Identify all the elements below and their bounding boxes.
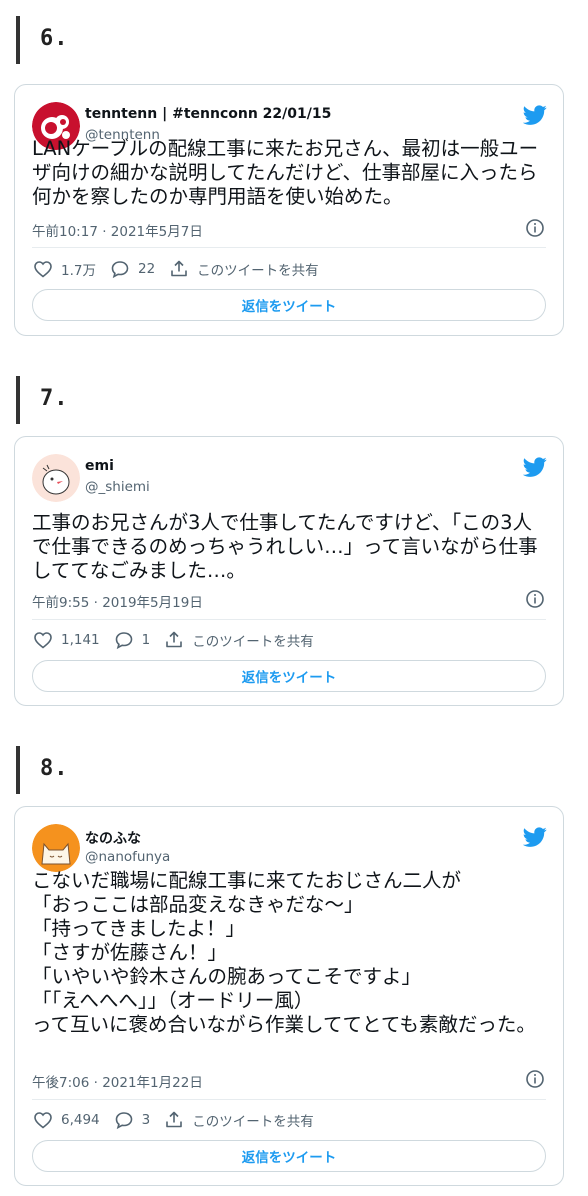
twitter-bird-icon[interactable] xyxy=(523,103,547,127)
tweet-card[interactable]: emi @_shiemi 工事のお兄さんが3人で仕事してたんですけど、「この3人… xyxy=(14,436,564,706)
twitter-bird-icon[interactable] xyxy=(523,455,547,479)
bird-drawing-avatar-icon[interactable] xyxy=(32,454,80,502)
info-icon[interactable] xyxy=(525,218,545,238)
section-heading-8: 8. xyxy=(16,746,572,794)
divider xyxy=(32,1099,546,1100)
share-button[interactable]: このツイートを共有 xyxy=(164,630,314,650)
heart-icon xyxy=(34,1112,52,1129)
tweet-text: こないだ職場に配線工事に来てたおじさん二人が 「おっここは部品変えなきゃだな～」… xyxy=(32,869,536,1036)
tweet-timestamp[interactable]: 午前9:55 · 2019年5月19日 xyxy=(32,591,203,611)
share-label: このツイートを共有 xyxy=(192,1114,314,1130)
like-count: 6,494 xyxy=(61,1112,100,1128)
cat-avatar-icon[interactable] xyxy=(32,824,80,872)
speech-bubble-icon xyxy=(115,632,132,650)
like-count: 1,141 xyxy=(61,632,100,648)
share-icon xyxy=(166,1111,183,1128)
tweet-timestamp[interactable]: 午前10:17 · 2021年5月7日 xyxy=(32,220,203,240)
like-count: 1.7万 xyxy=(61,263,96,279)
share-button[interactable]: このツイートを共有 xyxy=(169,259,319,279)
share-icon xyxy=(171,260,187,277)
speech-bubble-icon xyxy=(115,1112,132,1130)
like-button[interactable]: 6,494 xyxy=(33,1110,100,1130)
reply-count-button[interactable]: 22 xyxy=(110,259,155,279)
reply-count-button[interactable]: 1 xyxy=(114,630,151,650)
section-heading-7: 7. xyxy=(16,376,572,424)
author-name[interactable]: emi xyxy=(85,458,114,474)
share-label: このツイートを共有 xyxy=(192,634,314,650)
tweet-card[interactable]: なのふな @nanofunya こないだ職場に配線工事に来てたおじさん二人が 「… xyxy=(14,806,564,1186)
tweet-text: LANケーブルの配線工事に来たお兄さん、最初は一般ユーザ向けの細かな説明してたん… xyxy=(32,137,539,208)
author-name[interactable]: tenntenn | #tennconn 22/01/15 xyxy=(85,106,331,122)
tweet-actions: 6,494 3 このツイートを共有 xyxy=(33,1108,328,1132)
reply-count: 22 xyxy=(137,261,156,277)
info-icon[interactable] xyxy=(525,589,545,609)
share-label: このツイートを共有 xyxy=(197,263,319,279)
reply-count: 3 xyxy=(141,1112,151,1128)
reply-tweet-button[interactable]: 返信をツイート xyxy=(32,660,546,692)
author-handle[interactable]: @nanofunya xyxy=(85,849,170,865)
tweet-timestamp[interactable]: 午後7:06 · 2021年1月22日 xyxy=(32,1071,203,1091)
author-handle[interactable]: @_shiemi xyxy=(85,479,150,495)
reply-count-button[interactable]: 3 xyxy=(114,1110,151,1130)
section-number: 6. xyxy=(40,26,69,51)
info-icon[interactable] xyxy=(525,1069,545,1089)
section-number: 7. xyxy=(40,386,69,411)
twitter-bird-icon[interactable] xyxy=(523,825,547,849)
reply-tweet-button[interactable]: 返信をツイート xyxy=(32,1140,546,1172)
tweet-actions: 1,141 1 このツイートを共有 xyxy=(33,628,328,652)
heart-icon xyxy=(34,632,52,649)
like-button[interactable]: 1,141 xyxy=(33,630,100,650)
speech-bubble-icon xyxy=(111,261,129,279)
tweet-actions: 1.7万 22 このツイートを共有 xyxy=(33,257,333,281)
like-button[interactable]: 1.7万 xyxy=(33,259,96,279)
share-icon xyxy=(166,631,183,648)
share-button[interactable]: このツイートを共有 xyxy=(164,1110,314,1130)
reply-tweet-button[interactable]: 返信をツイート xyxy=(32,289,546,321)
author-name[interactable]: なのふな xyxy=(85,828,141,848)
section-heading-6: 6. xyxy=(16,16,572,64)
heart-icon xyxy=(34,261,52,278)
tweet-card[interactable]: tenntenn | #tennconn 22/01/15 @tenntenn … xyxy=(14,84,564,336)
divider xyxy=(32,619,546,620)
section-number: 8. xyxy=(40,756,69,781)
reply-count: 1 xyxy=(141,632,151,648)
divider xyxy=(32,247,546,248)
tweet-text: 工事のお兄さんが3人で仕事してたんですけど、「この3人で仕事できるのめっちゃうれ… xyxy=(32,511,538,582)
